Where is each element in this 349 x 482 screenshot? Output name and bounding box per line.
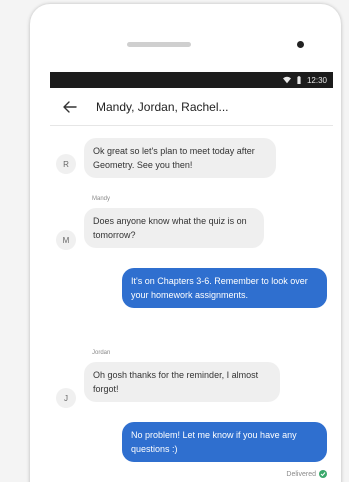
avatar[interactable]: J [56,388,76,408]
status-bar: 12:30 [50,72,333,88]
conversation-title[interactable]: Mandy, Jordan, Rachel... [96,100,229,114]
sender-name: Jordan [92,350,111,356]
message-bubble-incoming[interactable]: Oh gosh thanks for the reminder, I almos… [84,362,280,402]
check-icon [319,470,327,478]
status-time: 12:30 [306,75,327,85]
message-text: Does anyone know what the quiz is on tom… [93,216,247,240]
phone-speaker [127,42,191,47]
phone-camera [297,41,304,48]
avatar[interactable]: M [56,230,76,250]
message-text: Oh gosh thanks for the reminder, I almos… [93,370,259,394]
conversation-header: Mandy, Jordan, Rachel... [50,88,333,126]
wifi-icon [282,76,291,84]
message-text: It's on Chapters 3-6. Remember to look o… [131,276,308,300]
avatar[interactable]: R [56,154,76,174]
battery-icon [295,76,303,84]
delivery-status: Delivered [286,470,327,478]
phone-screen: 12:30 Mandy, Jordan, Rachel... Ok great … [50,72,333,482]
message-bubble-incoming[interactable]: Ok great so let's plan to meet today aft… [84,138,276,178]
message-bubble-outgoing[interactable]: It's on Chapters 3-6. Remember to look o… [122,268,327,308]
message-text: Ok great so let's plan to meet today aft… [93,146,255,170]
message-text: No problem! Let me know if you have any … [131,430,297,454]
message-bubble-incoming[interactable]: Does anyone know what the quiz is on tom… [84,208,264,248]
sender-name: Mandy [92,196,111,202]
message-list: Ok great so let's plan to meet today aft… [50,126,333,482]
arrow-left-icon[interactable] [54,88,86,126]
message-bubble-outgoing[interactable]: No problem! Let me know if you have any … [122,422,327,462]
